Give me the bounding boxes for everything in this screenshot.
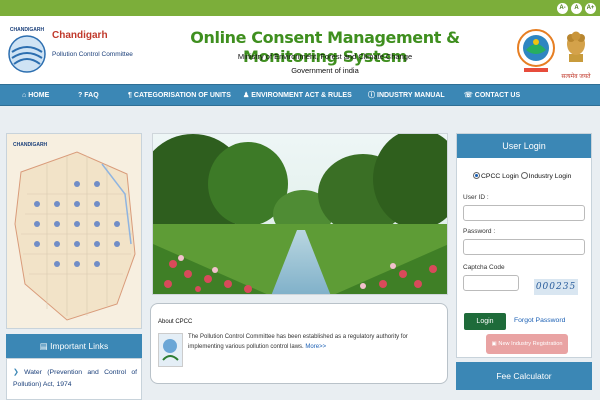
font-increase-button[interactable]: A+ [585, 3, 596, 14]
top-strip: A- A A+ [0, 0, 600, 16]
garden-hero-image [152, 133, 448, 295]
link-water-act[interactable]: ❯ Water (Prevention and Control of Pollu… [13, 367, 137, 391]
about-text: The Pollution Control Committee has been… [188, 332, 438, 352]
userid-input[interactable] [463, 205, 585, 221]
nav-home-label: HOME [28, 92, 50, 99]
nav-contact-us[interactable]: ☏ CONTACT US [464, 85, 520, 107]
forgot-password-link[interactable]: Forgot Password [514, 317, 565, 324]
nav-environment-act-label: ENVIRONMENT ACT & RULES [251, 92, 352, 99]
captcha-input[interactable] [463, 275, 519, 291]
nav-categorisation[interactable]: ¶ CATEGORISATION OF UNITS [128, 85, 231, 107]
chandigarh-map[interactable]: CHANDIGARH [6, 133, 142, 329]
nav-contact-us-label: CONTACT US [474, 92, 521, 99]
info-icon: ⓘ [368, 92, 375, 99]
nav-industry-manual-label: INDUSTRY MANUAL [377, 92, 445, 99]
home-icon: ⌂ [22, 92, 27, 99]
ministry-name: Ministry of Environment, Forest and Clim… [237, 52, 413, 61]
more-link[interactable]: More>> [305, 344, 326, 350]
radio-industry-label: Industry Login [528, 173, 572, 180]
moefcc-logo [516, 24, 556, 76]
user-icon: ♟ [243, 92, 250, 99]
captcha-label: Captcha Code [463, 264, 505, 271]
chevron-right-icon: ❯ [13, 369, 19, 376]
fee-calculator-heading[interactable]: Fee Calculator [456, 362, 592, 390]
user-login-heading: User Login [457, 134, 591, 158]
userid-label: User ID : [463, 194, 489, 201]
link-water-act-label: Water (Prevention and Control of Polluti… [13, 369, 138, 388]
password-input[interactable] [463, 239, 585, 255]
main-nav: ⌂ HOME ? FAQ ¶ CATEGORISATION OF UNITS ♟ ENV… [0, 84, 600, 106]
about-description: The Pollution Control Committee has been… [188, 334, 408, 350]
list-icon: ▤ [39, 341, 48, 351]
user-login-panel: User Login CPCC Login Industry Login Use… [456, 133, 592, 358]
radio-cpcc-label: CPCC Login [481, 173, 519, 180]
nav-categorisation-label: CATEGORISATION OF UNITS [133, 92, 231, 99]
site-header: CHANDIGARH Chandigarh Pollution Control … [0, 16, 600, 84]
important-links-heading: ▤ Important Links [6, 334, 142, 358]
category-icon: ¶ [128, 92, 132, 99]
about-thumbnail [158, 333, 183, 367]
important-links-list: ❯ Water (Prevention and Control of Pollu… [6, 358, 142, 400]
new-industry-registration-label: New Industry Registration [498, 341, 563, 347]
font-decrease-button[interactable]: A- [557, 3, 568, 14]
about-cpcc-card: About CPCC The Pollution Control Committ… [150, 303, 448, 384]
national-emblem-icon [561, 24, 591, 68]
nav-environment-act[interactable]: ♟ ENVIRONMENT ACT & RULES [243, 85, 352, 107]
emblem-motto: सत्यमेव जयते [561, 74, 591, 80]
question-icon: ? [78, 92, 83, 99]
svg-text:CHANDIGARH: CHANDIGARH [10, 27, 45, 33]
radio-cpcc[interactable] [473, 172, 480, 179]
org-subtitle: Pollution Control Committee [52, 51, 133, 58]
nav-faq[interactable]: ? FAQ [78, 85, 99, 107]
radio-industry[interactable] [520, 172, 528, 179]
nav-home[interactable]: ⌂ HOME [22, 85, 49, 107]
nav-faq-label: FAQ [84, 92, 99, 99]
important-links-title: Important Links [50, 341, 109, 351]
cpcc-logo[interactable]: CHANDIGARH [6, 22, 48, 80]
password-label: Password : [463, 228, 496, 235]
nav-industry-manual[interactable]: ⓘ INDUSTRY MANUAL [368, 85, 445, 107]
register-icon: ▣ [491, 341, 497, 347]
phone-icon: ☏ [464, 92, 473, 99]
captcha-image: 000235 [534, 279, 578, 295]
map-label: CHANDIGARH [13, 142, 48, 148]
org-name: Chandigarh [52, 30, 108, 41]
about-title: About CPCC [158, 319, 193, 325]
government-name: Government of india [291, 66, 359, 75]
new-industry-registration-button[interactable]: ▣ New Industry Registration [486, 334, 568, 354]
login-button[interactable]: Login [464, 313, 506, 330]
login-type-radios: CPCC Login Industry Login [473, 172, 571, 180]
font-reset-button[interactable]: A [571, 3, 582, 14]
